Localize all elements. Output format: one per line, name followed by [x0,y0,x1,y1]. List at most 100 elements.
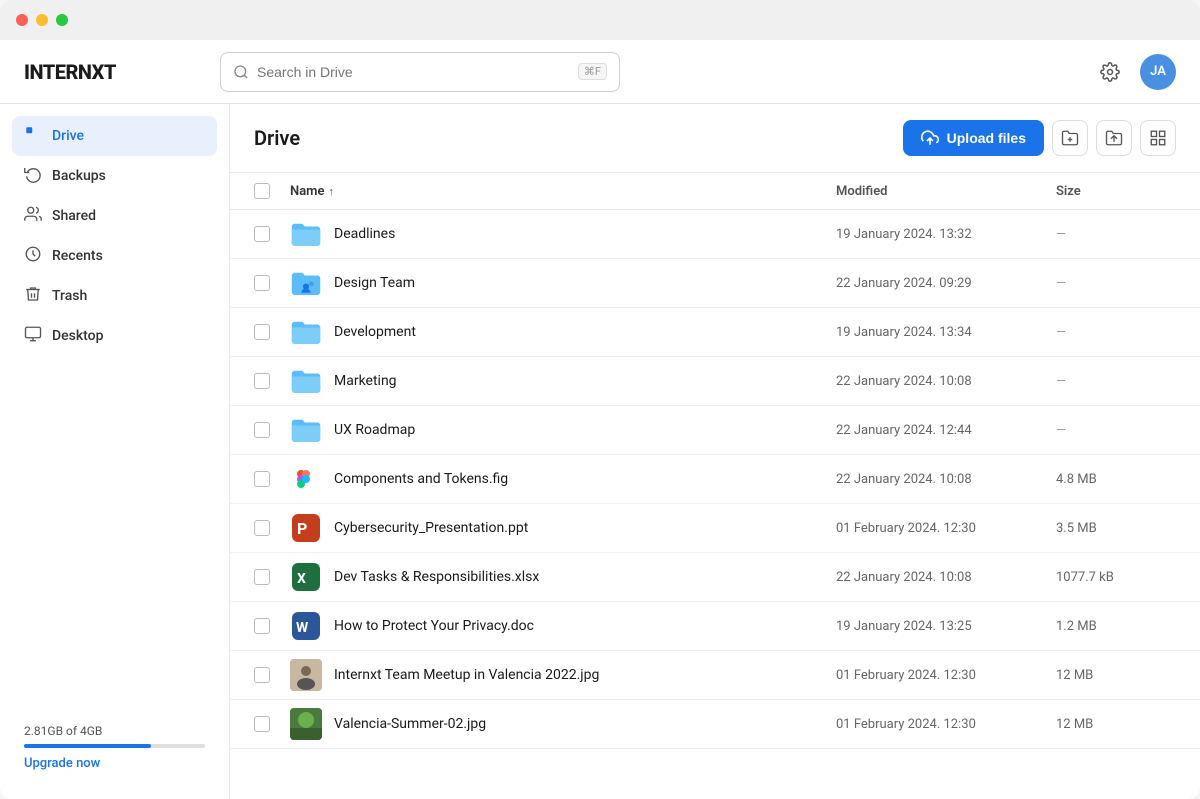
file-type-icon [290,414,322,446]
file-name-cell: Components and Tokens.fig [290,463,836,495]
sidebar-item-recents[interactable]: Recents [12,236,217,276]
row-checkbox[interactable] [254,226,290,242]
row-checkbox[interactable] [254,275,290,291]
ppt-file-icon: P [292,514,320,542]
file-modified: 22 January 2024. 10:08 [836,570,1056,585]
row-checkbox[interactable] [254,422,290,438]
desktop-icon [24,325,42,347]
file-size: — [1056,276,1176,291]
table-row[interactable]: Valencia-Summer-02.jpg 01 February 2024.… [230,700,1200,749]
file-size: 1077.7 kB [1056,570,1176,585]
search-input[interactable] [257,64,570,80]
grid-icon [1149,129,1167,147]
sidebar-item-drive[interactable]: Drive [12,116,217,156]
sidebar-item-drive-label: Drive [52,128,84,144]
table-row[interactable]: Marketing 22 January 2024. 10:08 — [230,357,1200,406]
file-size: — [1056,423,1176,438]
file-name-cell: Development [290,316,836,348]
modified-column-header: Modified [836,183,1056,199]
table-row[interactable]: Internxt Team Meetup in Valencia 2022.jp… [230,651,1200,700]
drive-icon [24,125,42,147]
sidebar-item-backups-label: Backups [52,168,106,184]
settings-button[interactable] [1092,54,1128,90]
recents-icon [24,245,42,267]
file-name: Components and Tokens.fig [334,471,508,487]
table-row[interactable]: Deadlines 19 January 2024. 13:32 — [230,210,1200,259]
upgrade-link[interactable]: Upgrade now [24,756,205,771]
file-name-cell: Deadlines [290,218,836,250]
file-type-icon [290,463,322,495]
main-header: Drive Upload files [230,104,1200,173]
file-type-icon: W [290,610,322,642]
row-checkbox[interactable] [254,569,290,585]
minimize-button[interactable] [36,14,48,26]
file-name: UX Roadmap [334,422,415,438]
sidebar-item-backups[interactable]: Backups [12,156,217,196]
table-row[interactable]: UX Roadmap 22 January 2024. 12:44 — [230,406,1200,455]
file-type-icon: P [290,512,322,544]
row-checkbox[interactable] [254,618,290,634]
fig-file-icon [292,465,320,493]
table-row[interactable]: Components and Tokens.fig 22 January 202… [230,455,1200,504]
header: INTERNXT ⌘F JA [0,40,1200,104]
file-name: Valencia-Summer-02.jpg [334,716,486,732]
search-bar[interactable]: ⌘F [220,52,620,92]
file-size: 1.2 MB [1056,619,1176,634]
file-name-cell: Design Team [290,267,836,299]
row-checkbox[interactable] [254,471,290,487]
svg-text:W: W [296,620,309,636]
new-folder-button[interactable] [1052,120,1088,156]
name-column-header[interactable]: Name ↑ [290,183,836,199]
body: Drive Backups [0,104,1200,799]
row-checkbox[interactable] [254,520,290,536]
maximize-button[interactable] [56,14,68,26]
file-modified: 22 January 2024. 09:29 [836,276,1056,291]
size-column-header: Size [1056,183,1176,199]
table-row[interactable]: Development 19 January 2024. 13:34 — [230,308,1200,357]
file-modified: 01 February 2024. 12:30 [836,521,1056,536]
file-size: 3.5 MB [1056,521,1176,536]
table-row[interactable]: W How to Protect Your Privacy.doc 19 Jan… [230,602,1200,651]
xlsx-file-icon: X [292,563,320,591]
svg-text:P: P [297,519,307,538]
avatar[interactable]: JA [1140,54,1176,90]
file-name-cell: W How to Protect Your Privacy.doc [290,610,836,642]
row-checkbox[interactable] [254,667,290,683]
file-modified: 19 January 2024. 13:25 [836,619,1056,634]
table-row[interactable]: X Dev Tasks & Responsibilities.xlsx 22 J… [230,553,1200,602]
file-table: Name ↑ Modified Size Deadlines 19 Januar… [230,173,1200,799]
file-modified: 19 January 2024. 13:34 [836,325,1056,340]
upload-files-button[interactable]: Upload files [903,120,1044,156]
gear-icon [1100,62,1120,82]
file-name: Development [334,324,416,340]
file-name-cell: Internxt Team Meetup in Valencia 2022.jp… [290,659,836,691]
storage-label: 2.81GB of 4GB [24,724,205,738]
row-checkbox[interactable] [254,373,290,389]
sidebar-item-trash-label: Trash [52,288,87,304]
file-modified: 22 January 2024. 12:44 [836,423,1056,438]
sidebar-item-desktop-label: Desktop [52,328,103,344]
logo: INTERNXT [24,60,204,84]
grid-view-button[interactable] [1140,120,1176,156]
row-checkbox[interactable] [254,324,290,340]
file-type-icon [290,218,322,250]
sidebar-item-shared[interactable]: Shared [12,196,217,236]
upload-folder-button[interactable] [1096,120,1132,156]
file-type-icon [290,267,322,299]
main-content: Drive Upload files [230,104,1200,799]
table-row[interactable]: P Cybersecurity_Presentation.ppt 01 Febr… [230,504,1200,553]
sort-arrow: ↑ [328,185,334,198]
sidebar-item-desktop[interactable]: Desktop [12,316,217,356]
select-all-checkbox[interactable] [254,183,270,199]
storage-bar-bg [24,744,205,748]
sidebar-item-shared-label: Shared [52,208,96,224]
row-checkbox[interactable] [254,716,290,732]
file-name: How to Protect Your Privacy.doc [334,618,534,634]
sidebar-item-trash[interactable]: Trash [12,276,217,316]
file-modified: 01 February 2024. 12:30 [836,717,1056,732]
file-type-icon [290,365,322,397]
close-button[interactable] [16,14,28,26]
file-size: 12 MB [1056,668,1176,683]
table-row[interactable]: Design Team 22 January 2024. 09:29 — [230,259,1200,308]
titlebar [0,0,1200,40]
